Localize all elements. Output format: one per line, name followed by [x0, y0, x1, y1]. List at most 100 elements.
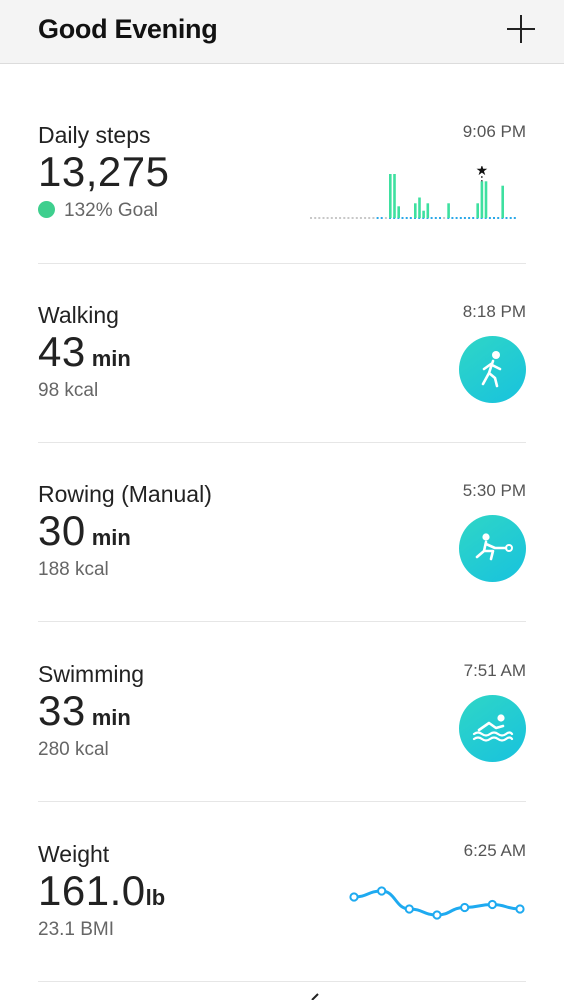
baseline-dot: [434, 217, 437, 219]
weight-point: [349, 892, 359, 902]
baseline-dot: [488, 217, 491, 219]
duration-value: 30 min: [38, 507, 131, 555]
baseline-dot: [330, 217, 333, 219]
steps-bar-chart: ★: [310, 166, 516, 219]
card-title: Walking: [38, 302, 119, 328]
baseline-dot: [409, 217, 412, 219]
activity-card-rowing[interactable]: Rowing (Manual) 5:30 PM 30 min 188 kcal: [38, 481, 526, 622]
weight-point: [404, 904, 414, 914]
card-time: 8:18 PM: [462, 302, 526, 321]
bmi: 23.1 BMI: [38, 919, 115, 940]
card-title: Weight: [38, 841, 110, 867]
weight-number: 161.0: [38, 867, 146, 914]
steps-value: 13,275: [38, 148, 169, 196]
peak-star-icon: ★: [476, 166, 489, 179]
baseline-dot: [310, 217, 312, 219]
rowing-icon: [475, 533, 513, 561]
duration-unit: min: [91, 705, 131, 730]
calories: 188 kcal: [38, 559, 109, 580]
card-time: 6:25 AM: [463, 841, 526, 860]
baseline-dot: [509, 217, 512, 219]
page-title: Good Evening: [38, 14, 218, 44]
duration-value: 43 min: [38, 328, 131, 376]
baseline-dot: [405, 217, 408, 219]
baseline-dot: [493, 217, 495, 219]
weight-card[interactable]: Weight 6:25 AM 161.0lb 23.1 BMI: [38, 841, 526, 982]
step-bar: [476, 203, 479, 218]
card-time: 9:06 PM: [462, 122, 526, 141]
walking-icon: [481, 351, 502, 388]
baseline-dot: [339, 217, 342, 219]
baseline-dot: [314, 217, 317, 219]
step-bar: [480, 181, 484, 218]
step-bar: [397, 206, 400, 218]
baseline-dot: [326, 217, 329, 219]
duration-number: 33: [38, 687, 86, 734]
weight-point: [515, 904, 525, 914]
baseline-dot: [343, 217, 346, 219]
card-title: Daily steps: [38, 122, 151, 148]
baseline-dot: [335, 217, 337, 219]
steps-goal: 132% Goal: [38, 200, 158, 222]
baseline-dot: [401, 217, 404, 219]
card-title: Swimming: [38, 661, 145, 687]
goal-text: 132% Goal: [64, 200, 159, 221]
app-header: Good Evening: [0, 0, 564, 64]
baseline-dot: [439, 217, 441, 219]
rowing-icon-badge: [459, 515, 526, 582]
weight-point: [460, 902, 470, 913]
baseline-dot: [347, 217, 350, 219]
duration-number: 43: [38, 328, 86, 375]
weight-value: 161.0lb: [38, 867, 165, 915]
plus-icon: [507, 15, 535, 43]
daily-steps-card[interactable]: Daily steps 9:06 PM 13,275 132% Goal ★: [38, 122, 526, 264]
calories: 98 kcal: [38, 380, 99, 401]
weight-point: [432, 910, 442, 920]
baseline-dot: [472, 217, 475, 219]
baseline-dot: [318, 217, 321, 219]
card-title: Rowing (Manual): [38, 481, 212, 507]
weight-point: [487, 899, 497, 910]
calories: 280 kcal: [38, 739, 109, 760]
duration-unit: min: [91, 525, 131, 550]
baseline-dot: [455, 217, 458, 219]
step-bar: [389, 174, 392, 218]
baseline-dot: [376, 217, 379, 219]
baseline-dot: [497, 217, 500, 219]
goal-indicator-dot: [38, 201, 55, 218]
baseline-dot: [322, 217, 325, 219]
duration-value: 33 min: [38, 687, 131, 735]
activity-card-swimming[interactable]: Swimming 7:51 AM 33 min 280 kcal: [38, 661, 526, 802]
baseline-dot: [380, 217, 383, 219]
walking-icon-badge: [459, 336, 526, 403]
baseline-dot: [359, 217, 362, 219]
weight-unit: lb: [145, 885, 166, 910]
baseline-dot: [364, 217, 367, 219]
activity-card-walking[interactable]: Walking 8:18 PM 43 min 98 kcal: [38, 302, 526, 443]
baseline-dot: [372, 217, 375, 219]
duration-unit: min: [91, 346, 131, 371]
weight-point: [377, 886, 387, 896]
step-bar: [501, 185, 504, 218]
card-time: 5:30 PM: [462, 481, 526, 500]
baseline-dot: [355, 217, 358, 219]
baseline-dot: [463, 217, 466, 219]
step-bar: [447, 203, 450, 218]
swimming-icon: [472, 714, 514, 742]
baseline-dot: [505, 217, 508, 219]
step-bar: [422, 210, 425, 218]
weight-line-chart: [349, 886, 525, 920]
card-time: 7:51 AM: [463, 661, 526, 680]
add-button[interactable]: [504, 12, 538, 46]
baseline-dot: [368, 217, 371, 219]
baseline-dot: [384, 217, 387, 219]
step-bar: [484, 181, 488, 218]
next-card-peek: [311, 993, 319, 1000]
step-bar: [418, 197, 421, 218]
baseline-dot: [468, 217, 471, 219]
baseline-dot: [443, 217, 446, 219]
baseline-dot: [513, 217, 516, 219]
step-bar: [414, 203, 417, 218]
step-bar: [426, 203, 430, 218]
baseline-dot: [451, 217, 454, 219]
